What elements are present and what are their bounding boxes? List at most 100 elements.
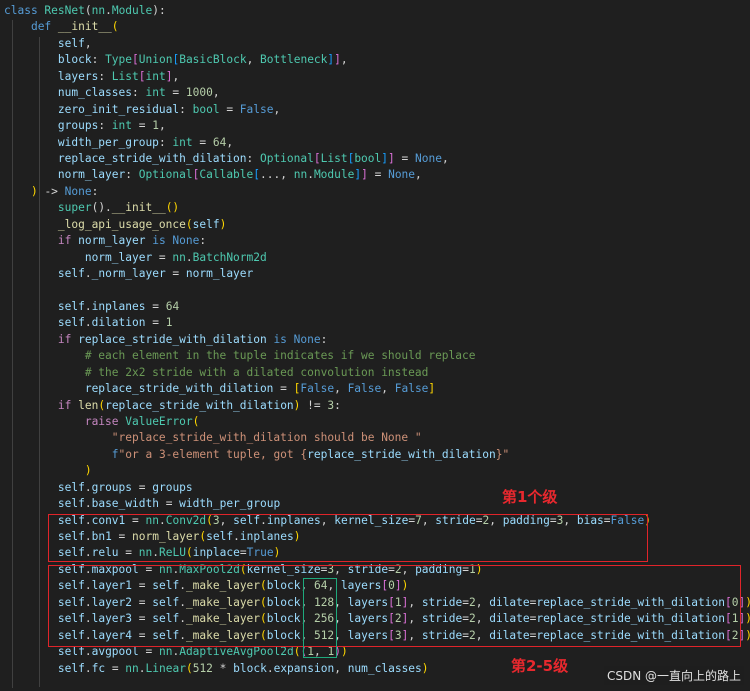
code-line[interactable]: groups: int = 1,	[4, 118, 750, 134]
code-token: int	[172, 135, 193, 149]
code-line[interactable]: ) -> None:	[4, 184, 750, 200]
code-token: 1000	[185, 86, 213, 100]
code-line[interactable]: "replace_stride_with_dilation should be …	[4, 430, 750, 446]
code-line[interactable]: replace_stride_with_dilation = [False, F…	[4, 381, 750, 397]
code-token: block	[57, 53, 92, 67]
code-token: _norm_layer	[91, 267, 166, 280]
code-token: .	[84, 316, 92, 330]
code-token: self	[57, 661, 85, 675]
code-token: =	[138, 645, 159, 659]
code-line[interactable]: layers: List[int],	[4, 69, 750, 85]
code-token: *	[212, 661, 234, 675]
code-token: 1	[152, 119, 159, 133]
code-token: layers	[57, 69, 99, 83]
code-token: )	[745, 629, 750, 642]
stage1-highlight-box	[48, 514, 648, 562]
code-token: ]	[361, 168, 368, 182]
code-line[interactable]: self.inplanes = 64	[4, 299, 750, 315]
code-token: groups	[57, 119, 99, 133]
code-token: zero_init_residual	[57, 102, 180, 116]
code-token: .	[266, 661, 274, 675]
code-line[interactable]: super().__init__()	[4, 200, 750, 216]
code-token: )	[84, 464, 92, 478]
code-token: replace_stride_with_dilation	[57, 151, 247, 165]
code-token: (	[192, 414, 200, 428]
code-token: )	[340, 645, 348, 659]
code-token: =	[132, 480, 153, 494]
code-token: !=	[300, 398, 328, 412]
code-token: )	[745, 612, 750, 625]
code-token: :	[334, 398, 341, 412]
stage2-5-label: 第2-5级	[511, 657, 569, 675]
code-line[interactable]: norm_layer = nn.BatchNorm2d	[4, 250, 750, 266]
code-token: _log_api_usage_once	[57, 217, 186, 231]
code-token: norm_layer	[84, 250, 153, 264]
code-token: BasicBlock	[179, 53, 247, 67]
code-line[interactable]: if len(replace_stride_with_dilation) != …	[4, 398, 750, 414]
code-token: # each element in the tuple indicates if…	[84, 349, 476, 363]
code-token: [	[132, 53, 139, 67]
watermark: CSDN @一直向上的路上	[603, 666, 744, 685]
code-line[interactable]: if norm_layer is None:	[4, 233, 750, 249]
code-token: ,	[226, 135, 234, 149]
code-token: self	[57, 480, 85, 494]
code-token: =	[165, 267, 186, 280]
code-token: self	[57, 299, 85, 313]
code-token: =	[152, 250, 173, 264]
code-line[interactable]: num_classes: int = 1000,	[4, 85, 750, 101]
code-line[interactable]: self._norm_layer = norm_layer	[4, 266, 750, 282]
code-token: base_width	[91, 497, 159, 511]
code-token: (	[185, 217, 193, 231]
code-token: ,	[172, 69, 180, 83]
code-token: Optional	[259, 151, 314, 165]
code-line[interactable]: self.groups = groups	[4, 480, 750, 496]
code-token: :	[199, 234, 207, 248]
code-token: (	[84, 4, 92, 17]
code-token: :	[98, 119, 112, 133]
code-token: =	[145, 316, 166, 330]
code-line[interactable]: )	[4, 463, 750, 479]
code-line[interactable]: if replace_stride_with_dilation is None:	[4, 332, 750, 348]
code-line[interactable]: self,	[4, 36, 750, 52]
code-token: Callable	[199, 168, 254, 182]
code-token: # the 2x2 stride with a dilated convolut…	[84, 365, 429, 379]
code-line[interactable]: def __init__(	[4, 19, 750, 35]
code-token: :	[131, 86, 146, 100]
code-token: "replace_stride_with_dilation should be …	[111, 431, 422, 445]
code-line[interactable]: self.base_width = width_per_group	[4, 496, 750, 512]
code-token: ,	[334, 382, 348, 396]
code-token: ,	[273, 102, 281, 116]
code-token: super	[57, 201, 92, 215]
code-token: is	[266, 332, 294, 346]
code-line[interactable]: # each element in the tuple indicates if…	[4, 348, 750, 364]
code-line[interactable]: replace_stride_with_dilation: Optional[L…	[4, 151, 750, 167]
code-editor[interactable]: class ResNet(nn.Module): def __init__( s…	[0, 0, 750, 691]
code-line[interactable]: f"or a 3-element tuple, got {replace_str…	[4, 447, 750, 463]
code-line[interactable]: class ResNet(nn.Module):	[4, 3, 750, 19]
code-line[interactable]: block: Type[Union[BasicBlock, Bottleneck…	[4, 52, 750, 68]
code-line[interactable]: norm_layer: Optional[Callable[..., nn.Mo…	[4, 167, 750, 183]
code-line[interactable]: zero_init_residual: bool = False,	[4, 102, 750, 118]
code-token: None	[414, 151, 442, 165]
code-token: ,	[246, 53, 261, 67]
code-line[interactable]: width_per_group: int = 64,	[4, 135, 750, 151]
code-token: int	[145, 69, 166, 83]
code-token: nn	[293, 168, 308, 182]
code-token: AdaptiveAvgPool2d	[179, 645, 294, 659]
code-line[interactable]: _log_api_usage_once(self)	[4, 217, 750, 233]
code-line[interactable]: raise ValueError(	[4, 414, 750, 430]
code-token: =	[219, 102, 240, 116]
code-token: ValueError	[125, 414, 193, 428]
code-token: =	[158, 497, 180, 511]
code-line[interactable]: # the 2x2 stride with a dilated convolut…	[4, 365, 750, 381]
code-line[interactable]	[4, 282, 750, 298]
code-line[interactable]: self.dilation = 1	[4, 315, 750, 331]
